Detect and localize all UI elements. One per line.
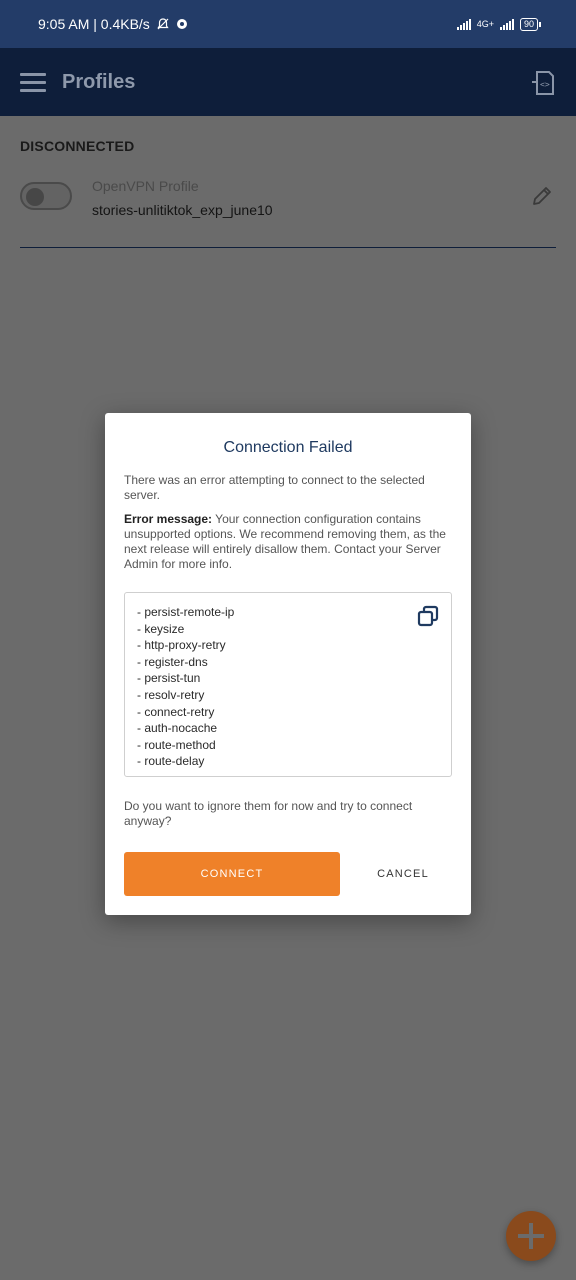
page-title: Profiles	[62, 71, 136, 93]
status-right: 4G+ 90	[456, 17, 542, 31]
bell-off-icon	[157, 18, 169, 30]
status-left: 9:05 AM | 0.4KB/s	[38, 16, 188, 32]
option-item: - connect-retry	[137, 704, 215, 719]
cancel-button[interactable]: CANCEL	[360, 852, 446, 896]
notification-dot-icon	[176, 19, 187, 29]
menu-icon[interactable]	[20, 73, 46, 93]
connect-button[interactable]: CONNECT	[124, 852, 340, 896]
connection-toggle[interactable]	[20, 182, 72, 210]
add-profile-button[interactable]	[506, 1211, 556, 1261]
option-item: - resolv-retry	[137, 687, 205, 702]
option-item: - auth-nocache	[137, 721, 218, 736]
unsupported-options-box: - persist-remote-ip - keysize - http-pro…	[124, 592, 452, 777]
option-item: - http-proxy-retry	[137, 638, 226, 653]
network-type-label: 4G+	[476, 19, 494, 29]
connection-failed-dialog: Connection Failed There was an error att…	[105, 413, 471, 915]
divider	[20, 247, 556, 248]
pencil-icon[interactable]	[530, 184, 554, 208]
option-item: - persist-tun	[137, 671, 201, 686]
import-profile-icon[interactable]: <>	[530, 70, 556, 96]
connection-state-label: DISCONNECTED	[20, 138, 135, 154]
dialog-error-message: Error message: Your connection configura…	[124, 512, 454, 572]
dialog-title: Connection Failed	[223, 439, 353, 456]
dialog-intro: There was an error attempting to connect…	[124, 473, 425, 502]
options-list: - persist-remote-ip - keysize - http-pro…	[137, 604, 234, 770]
status-bar: 9:05 AM | 0.4KB/s 4G+ 90	[0, 0, 576, 48]
svg-text:<>: <>	[540, 80, 550, 89]
copy-icon[interactable]	[417, 605, 439, 627]
option-item: - route-delay	[137, 754, 205, 769]
profile-name[interactable]: stories-unlitiktok_exp_june10	[92, 202, 273, 218]
app-bar: Profiles <>	[0, 48, 576, 116]
option-item: - keysize	[137, 621, 185, 636]
error-label: Error message:	[124, 512, 213, 526]
option-item: - register-dns	[137, 654, 208, 669]
signal-icon	[456, 18, 471, 30]
status-time-speed: 9:05 AM | 0.4KB/s	[38, 16, 150, 32]
option-item: - route-method	[137, 737, 216, 752]
dialog-question: Do you want to ignore them for now and t…	[124, 799, 413, 828]
toggle-knob	[26, 188, 44, 206]
profile-type: OpenVPN Profile	[92, 178, 199, 194]
battery-icon: 90	[519, 17, 542, 31]
signal-icon-2	[499, 18, 514, 30]
option-item: - persist-remote-ip	[137, 605, 235, 619]
